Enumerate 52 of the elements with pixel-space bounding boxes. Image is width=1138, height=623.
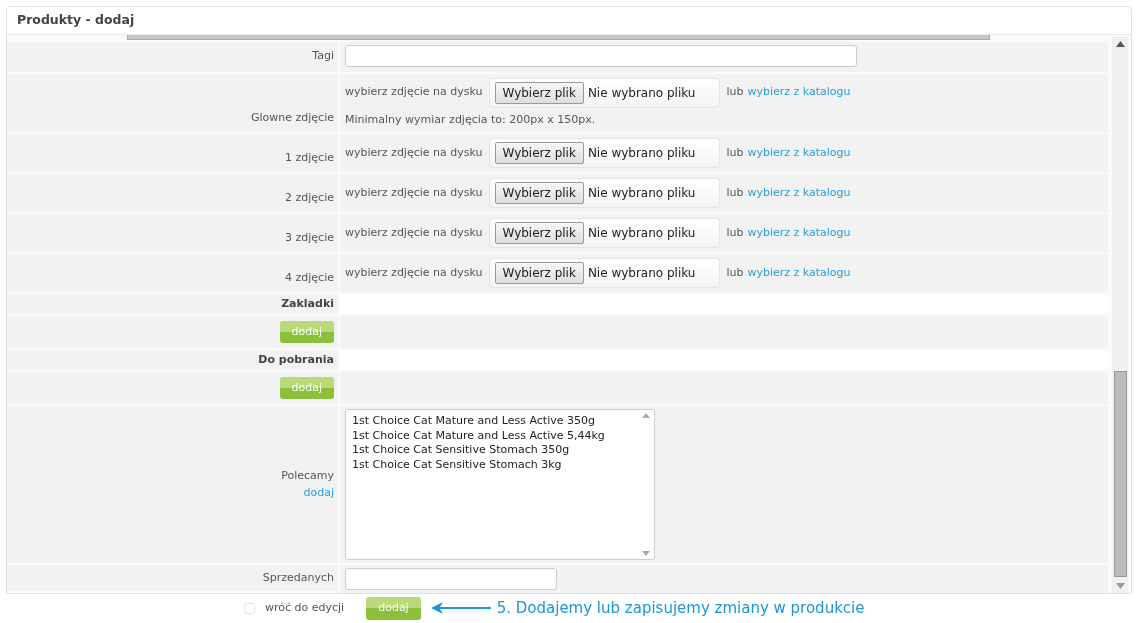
file-status: Nie wybrano pliku xyxy=(587,265,696,282)
field-label: 2 zdjęcie xyxy=(284,189,334,206)
section-heading: Zakladki xyxy=(280,295,334,312)
disk-label: wybierz zdjęcie na dysku xyxy=(345,264,483,281)
list-item[interactable]: 1st Choice Cat Mature and Less Active 350g xyxy=(352,414,632,429)
arrow-icon xyxy=(430,602,491,615)
or-text: lub xyxy=(726,224,744,241)
file-status: Nie wybrano pliku xyxy=(587,84,696,102)
scrollbar[interactable] xyxy=(1112,37,1128,593)
file-picker[interactable]: Wybierz plik Nie wybrano pliku xyxy=(488,258,721,288)
choose-file-button[interactable]: Wybierz plik xyxy=(494,262,584,284)
scrollbar-thumb[interactable] xyxy=(1113,371,1127,577)
choose-file-button[interactable]: Wybierz plik xyxy=(494,222,584,244)
annotation-text: 5. Dodajemy lub zapisujemy zmiany w produkcie xyxy=(496,598,865,619)
listbox[interactable]: 1st Choice Cat Mature and Less Active 350g 1st Choice Cat Mature and Less Active 5,44kg 1st Choice Cat Sensitive Stomach 350g 1st Choice Cat Sensitive Stomach 3kg xyxy=(345,409,655,560)
disk-label: wybierz zdjęcie na dysku xyxy=(345,184,483,201)
choose-file-button[interactable]: Wybierz plik xyxy=(494,142,584,164)
file-status: Nie wybrano pliku xyxy=(587,225,696,242)
list-item[interactable]: 1st Choice Cat Sensitive Stomach 350g xyxy=(352,443,632,458)
disk-label: wybierz zdjęcie na dysku xyxy=(345,144,483,161)
file-picker[interactable]: Wybierz plik Nie wybrano pliku xyxy=(488,218,721,248)
hint-text: Minimalny wymiar zdjęcia to: 200px x 150px. xyxy=(345,111,597,128)
field-label: 1 zdjęcie xyxy=(284,149,334,166)
choose-file-button[interactable]: Wybierz plik xyxy=(494,81,584,104)
scroll-up-icon[interactable] xyxy=(1115,41,1125,47)
file-status: Nie wybrano pliku xyxy=(587,145,696,162)
scroll-down-icon[interactable] xyxy=(1115,583,1125,589)
text-field[interactable] xyxy=(345,44,857,67)
section-heading: Do pobrania xyxy=(257,351,334,368)
list-item[interactable]: 1st Choice Cat Mature and Less Active 5,44kg xyxy=(352,428,632,443)
checkbox-label: wróć do edycji xyxy=(265,600,345,616)
file-picker[interactable]: Wybierz plik Nie wybrano pliku xyxy=(488,138,721,168)
or-text: lub xyxy=(726,144,744,161)
file-picker[interactable]: Wybierz plik Nie wybrano pliku xyxy=(488,178,721,208)
file-status: Nie wybrano pliku xyxy=(587,185,696,202)
field-label: Sprzedanych xyxy=(261,569,334,586)
file-picker[interactable]: Wybierz plik Nie wybrano pliku xyxy=(488,77,721,108)
disk-label: wybierz zdjęcie na dysku xyxy=(345,84,483,101)
field-label: Polecamy xyxy=(280,468,334,484)
or-text: lub xyxy=(726,264,744,281)
or-text: lub xyxy=(726,184,744,201)
or-text: lub xyxy=(726,84,744,101)
choose-file-button[interactable]: Wybierz plik xyxy=(494,182,584,204)
disk-label: wybierz zdjęcie na dysku xyxy=(345,224,483,241)
checkbox[interactable] xyxy=(244,602,255,614)
field-label: 4 zdjęcie xyxy=(284,269,334,286)
field-label: Glowne zdjęcie xyxy=(250,109,334,126)
field-label: Tagi xyxy=(311,48,334,65)
scroll-down-icon[interactable] xyxy=(642,551,650,556)
field-label: 3 zdjęcie xyxy=(284,229,334,246)
list-item[interactable]: 1st Choice Cat Sensitive Stomach 3kg xyxy=(352,457,632,472)
text-field[interactable] xyxy=(345,568,557,590)
